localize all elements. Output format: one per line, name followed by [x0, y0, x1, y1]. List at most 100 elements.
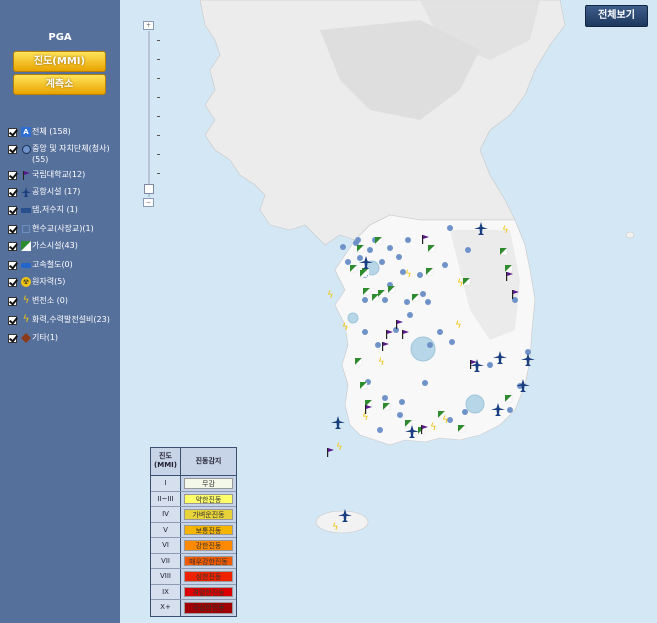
zoom-tick	[157, 173, 160, 174]
layer-item[interactable]: 현수교(사장교)(1)	[8, 223, 94, 234]
layer-checkbox[interactable]	[8, 128, 17, 137]
government-marker[interactable]	[387, 245, 393, 251]
government-marker[interactable]	[447, 225, 453, 231]
government-marker[interactable]	[382, 297, 388, 303]
layer-item[interactable]: 중앙 및 자치단체(청사) (55)	[8, 143, 120, 165]
legend-swatch: 격렬한진동	[184, 586, 233, 597]
government-marker[interactable]	[487, 362, 493, 368]
government-marker[interactable]	[340, 244, 346, 250]
layer-label: 전체 (158)	[32, 127, 71, 136]
layer-label: 공항시설 (17)	[32, 187, 81, 196]
university-marker[interactable]	[328, 448, 334, 452]
power-plant-marker[interactable]: ϟ	[342, 322, 349, 333]
government-marker[interactable]	[357, 255, 363, 261]
layer-item[interactable]: A 전체 (158)	[8, 126, 71, 137]
legend-level: I	[151, 476, 181, 491]
government-marker[interactable]	[442, 262, 448, 268]
government-marker[interactable]	[507, 407, 513, 413]
zoom-in-button[interactable]: +	[143, 21, 154, 30]
power-plant-marker[interactable]: ϟ	[327, 290, 334, 301]
legend-desc-header: 진동감지	[195, 457, 222, 465]
university-flag-icon	[21, 170, 31, 180]
government-marker[interactable]	[427, 342, 433, 348]
legend-swatch: 극심한진동	[184, 602, 233, 614]
government-marker[interactable]	[367, 247, 373, 253]
government-marker[interactable]	[362, 329, 368, 335]
government-marker[interactable]	[379, 259, 385, 265]
government-marker[interactable]	[462, 409, 468, 415]
layer-item[interactable]: 기타(1)	[8, 332, 58, 343]
layer-item[interactable]: 댐,저수지 (1)	[8, 204, 78, 215]
layer-item[interactable]: 국립대학교(12)	[8, 169, 85, 180]
bridge-icon	[21, 224, 31, 234]
power-plant-marker[interactable]: ϟ	[362, 412, 369, 423]
government-marker[interactable]	[420, 291, 426, 297]
layer-item[interactable]: 가스시설(43)	[8, 240, 78, 251]
layer-checkbox[interactable]	[8, 171, 17, 180]
ulleung-island	[625, 231, 635, 239]
government-marker[interactable]	[405, 237, 411, 243]
layer-label: 기타(1)	[32, 333, 59, 342]
layer-checkbox[interactable]	[8, 188, 17, 197]
layer-item[interactable]: 공항시설 (17)	[8, 186, 80, 197]
power-plant-marker[interactable]: ϟ	[442, 415, 449, 426]
power-plant-marker[interactable]: ϟ	[336, 442, 343, 453]
station-button[interactable]: 계측소	[13, 74, 106, 95]
dam-icon	[21, 205, 31, 215]
zoom-track[interactable]	[148, 31, 150, 197]
layer-checkbox[interactable]	[8, 261, 17, 270]
power-plant-marker[interactable]: ϟ	[405, 269, 412, 280]
government-marker[interactable]	[377, 427, 383, 433]
zoom-out-button[interactable]: −	[143, 198, 154, 207]
government-marker[interactable]	[362, 297, 368, 303]
full-view-button[interactable]: 전체보기	[585, 5, 648, 27]
layer-item[interactable]: ϟ 변전소 (0)	[8, 295, 68, 306]
zoom-control[interactable]: + −	[143, 21, 160, 207]
legend-row: I 무감	[151, 476, 236, 492]
zoom-tick	[157, 116, 160, 117]
layer-checkbox[interactable]	[8, 297, 17, 306]
layer-item[interactable]: ϟ 화력,수력발전설비(23)	[8, 314, 110, 325]
legend-row: VII 매우강한진동	[151, 553, 236, 569]
government-marker[interactable]	[382, 395, 388, 401]
government-marker[interactable]	[465, 247, 471, 253]
power-plant-marker[interactable]: ϟ	[378, 357, 385, 368]
intensity-zone	[465, 394, 485, 414]
layer-checkbox[interactable]	[8, 145, 17, 154]
layer-item[interactable]: 고속철도(0)	[8, 259, 73, 270]
government-marker[interactable]	[404, 299, 410, 305]
airport-marker[interactable]	[331, 416, 345, 429]
legend-level: II~III	[151, 491, 181, 506]
government-marker[interactable]	[396, 254, 402, 260]
power-plant-marker[interactable]: ϟ	[430, 422, 437, 433]
government-marker[interactable]	[417, 272, 423, 278]
government-marker[interactable]	[345, 259, 351, 265]
mmi-button[interactable]: 진도(MMI)	[13, 51, 106, 72]
layer-checkbox[interactable]	[8, 316, 17, 325]
power-plant-marker[interactable]: ϟ	[332, 522, 339, 533]
zoom-slider-thumb[interactable]	[144, 184, 154, 194]
layer-label: 변전소 (0)	[32, 296, 68, 305]
government-marker[interactable]	[422, 380, 428, 386]
government-marker[interactable]	[407, 312, 413, 318]
government-marker[interactable]	[449, 339, 455, 345]
layer-item[interactable]: ☢ 원자력(5)	[8, 276, 65, 287]
government-marker[interactable]	[397, 412, 403, 418]
government-marker[interactable]	[425, 299, 431, 305]
layer-checkbox[interactable]	[8, 278, 17, 287]
legend-swatch: 심한진동	[184, 571, 233, 582]
power-plant-marker[interactable]: ϟ	[457, 278, 464, 289]
legend-level: X+	[151, 600, 181, 616]
layer-checkbox[interactable]	[8, 242, 17, 251]
power-plant-marker[interactable]: ϟ	[502, 225, 509, 236]
layer-label: 댐,저수지 (1)	[32, 205, 78, 214]
power-plant-marker[interactable]: ϟ	[455, 320, 462, 331]
government-marker[interactable]	[375, 342, 381, 348]
layer-checkbox[interactable]	[8, 334, 17, 343]
nuclear-icon: ☢	[21, 277, 31, 287]
layer-checkbox[interactable]	[8, 206, 17, 215]
gas-facility-icon	[21, 241, 31, 251]
layer-checkbox[interactable]	[8, 225, 17, 234]
government-marker[interactable]	[399, 399, 405, 405]
government-marker[interactable]	[437, 329, 443, 335]
